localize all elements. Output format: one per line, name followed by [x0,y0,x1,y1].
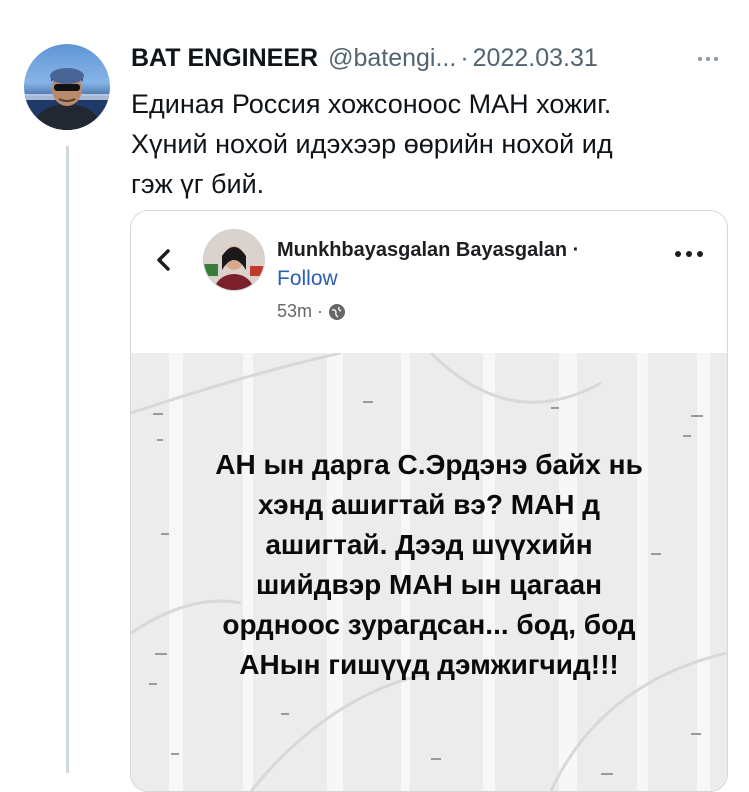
post-text-line: АН ын дарга С.Эрдэнэ байх нь [215,449,643,480]
post-text: АН ын дарга С.Эрдэнэ байх нь хэнд ашигта… [131,445,727,685]
tweet-text-line: Единая Россия хожсоноос МАН хожиг. [131,89,612,119]
author-avatar[interactable] [24,44,110,130]
post-text-line: ашигтай. Дээд шүүхийн [265,529,593,560]
follow-button[interactable]: Follow [277,267,338,291]
tweet-text-line: гэж үг бий. [131,169,265,199]
post-text-line: хэнд ашигтай вэ? МАН д [257,489,601,520]
post-text-line: АНын гишүүд дэмжигчид!!! [239,649,619,680]
more-options-icon[interactable] [690,46,726,72]
post-time-text: 53m · [277,301,324,321]
globe-icon [329,303,346,320]
post-author-avatar[interactable] [203,229,265,291]
chevron-left-icon[interactable] [151,247,177,273]
author-handle[interactable]: @batengi... [328,44,456,73]
author-name[interactable]: BAT ENGINEER [131,44,318,73]
post-text-line: шийдвэр МАН ын цагаан [255,569,603,600]
post-timestamp: 53m · [277,301,346,322]
post-more-icon[interactable] [675,251,703,257]
tweet-header: BAT ENGINEER @batengi... · 2022.03.31 [131,44,598,76]
separator-dot: · [460,44,469,72]
embedded-screenshot-card[interactable]: Munkhbayasgalan Bayasgalan · Follow 53m … [130,210,728,792]
post-author-name[interactable]: Munkhbayasgalan Bayasgalan · [277,239,579,262]
tweet-date[interactable]: 2022.03.31 [473,44,598,73]
tweet-text: Единая Россия хожсоноос МАН хожиг. Хүний… [131,84,721,204]
tweet-text-line: Хүний нохой идэхээр өөрийн нохой ид [131,129,613,159]
post-image: АН ын дарга С.Эрдэнэ байх нь хэнд ашигта… [131,353,727,791]
thread-connector-line [66,146,69,773]
post-text-line: ордноос зурагдсан... бод, бод [222,609,636,640]
